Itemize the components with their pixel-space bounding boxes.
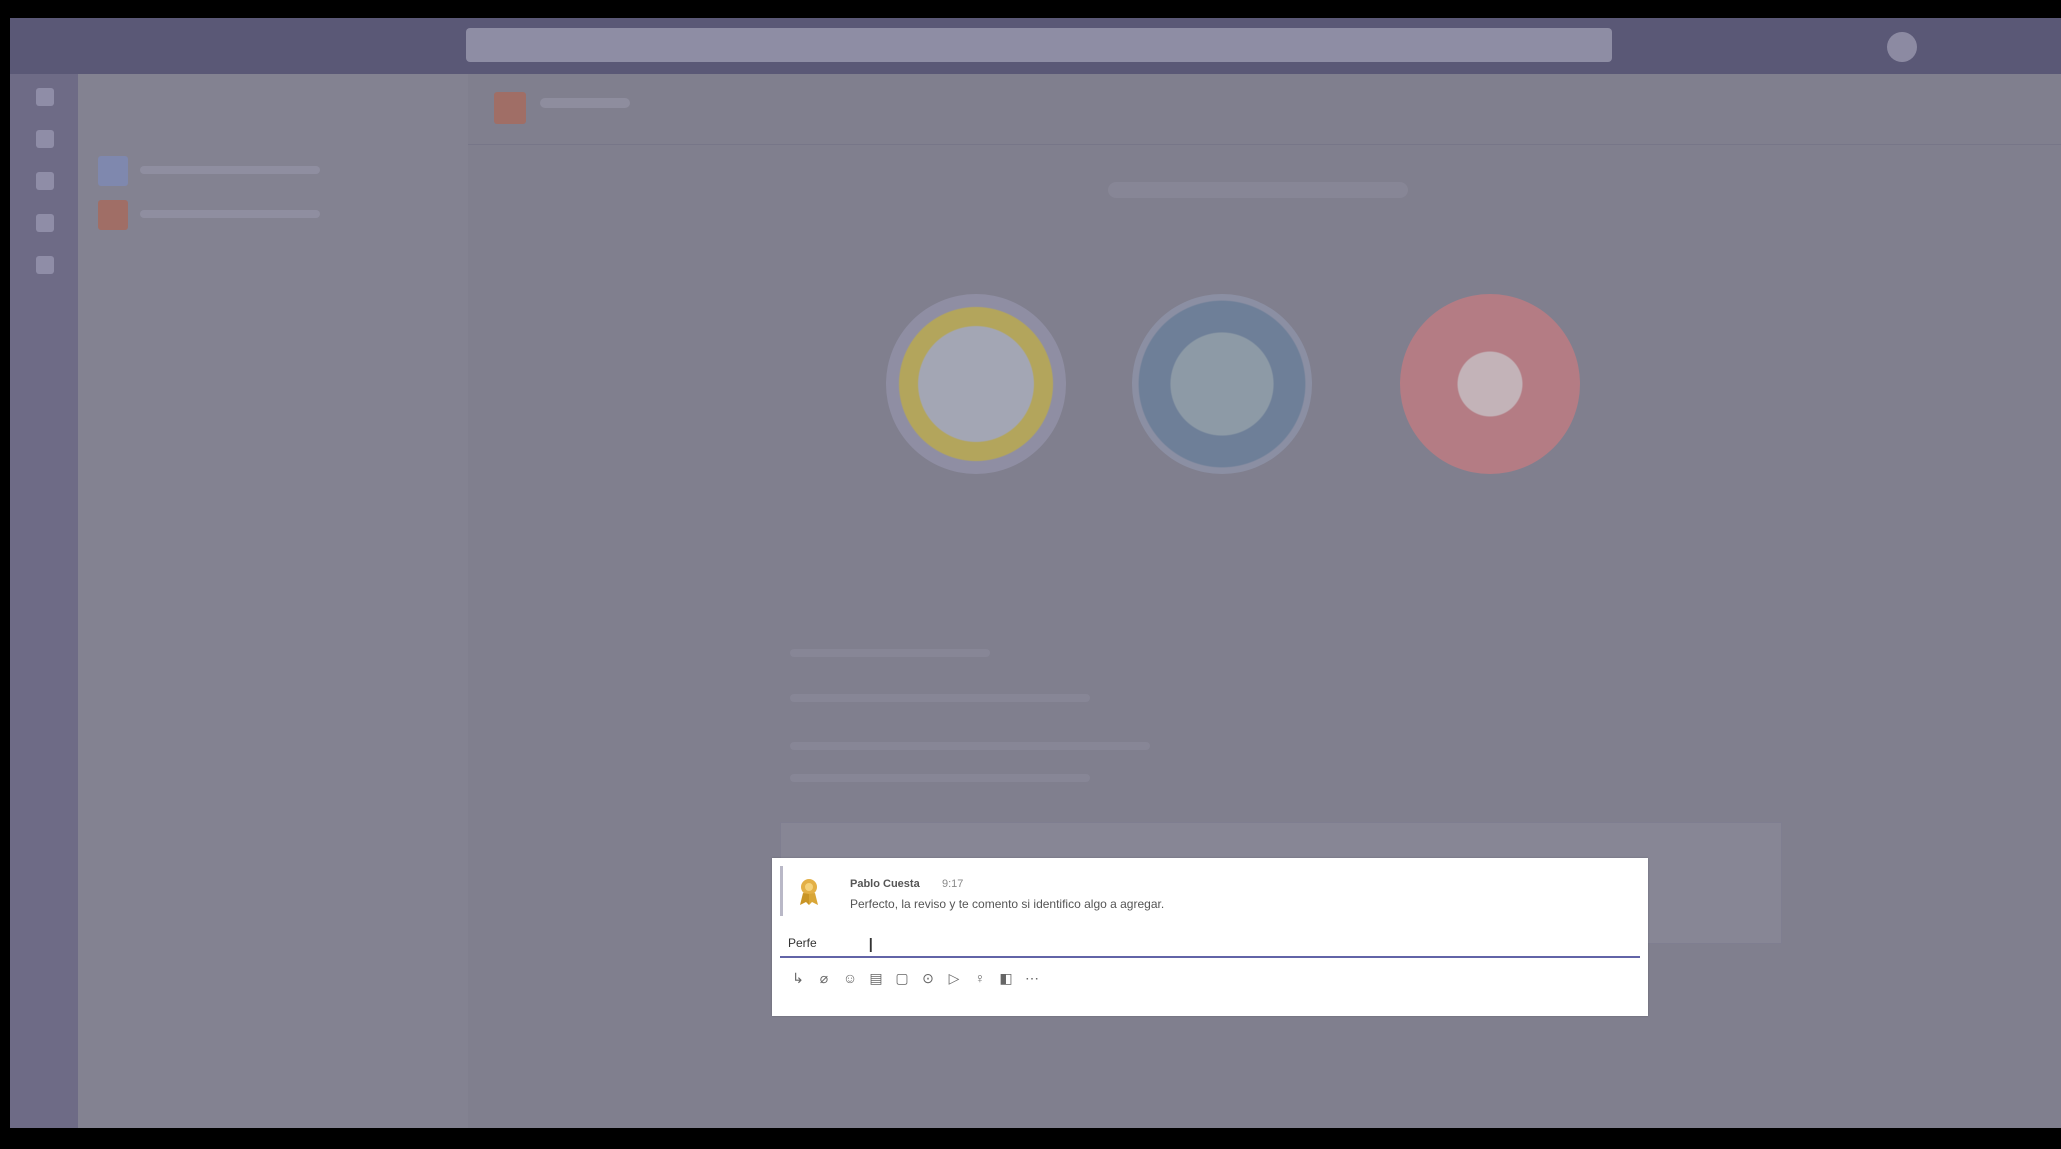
award-icon bbox=[800, 879, 818, 905]
activity-icon[interactable] bbox=[36, 88, 54, 106]
format-icon[interactable]: ↳ bbox=[788, 968, 808, 988]
message-author: Pablo Cuesta bbox=[850, 878, 920, 890]
sticker-icon[interactable]: ▢ bbox=[892, 968, 912, 988]
more-icon[interactable]: ⋯ bbox=[1022, 968, 1042, 988]
conversation-line bbox=[790, 742, 1150, 750]
chat-icon[interactable] bbox=[36, 130, 54, 148]
illustration-help bbox=[1400, 294, 1580, 474]
chat-avatar bbox=[98, 200, 128, 230]
meet-icon[interactable]: ⊙ bbox=[918, 968, 938, 988]
chat-list-pane bbox=[78, 74, 469, 1128]
reply-input-row: I bbox=[780, 930, 1640, 962]
chat-list-item[interactable] bbox=[98, 152, 448, 192]
reply-input[interactable] bbox=[780, 930, 1640, 958]
welcome-title bbox=[1108, 182, 1408, 198]
schedule-icon[interactable]: ▷ bbox=[944, 968, 964, 988]
illustration-apps bbox=[1132, 294, 1312, 474]
teams-icon[interactable] bbox=[36, 172, 54, 190]
gif-icon[interactable]: ▤ bbox=[866, 968, 886, 988]
conversation-line bbox=[790, 694, 1090, 702]
conversation-line bbox=[790, 774, 1090, 782]
stream-icon[interactable]: ◧ bbox=[996, 968, 1016, 988]
illustration-team bbox=[886, 294, 1066, 474]
text-cursor-icon: I bbox=[868, 935, 874, 957]
quoted-message: Pablo Cuesta 9:17 Perfecto, la reviso y … bbox=[780, 866, 1641, 916]
reply-compose-popup: Pablo Cuesta 9:17 Perfecto, la reviso y … bbox=[772, 858, 1648, 1016]
user-avatar[interactable] bbox=[1887, 32, 1917, 62]
calendar-icon[interactable] bbox=[36, 214, 54, 232]
chat-item-label bbox=[140, 166, 320, 174]
chat-item-label bbox=[140, 210, 320, 218]
message-time: 9:17 bbox=[942, 878, 964, 890]
conversation-line bbox=[790, 649, 990, 657]
search-bar[interactable] bbox=[466, 28, 1612, 62]
top-bar bbox=[10, 18, 2061, 74]
chat-header-name bbox=[540, 98, 630, 108]
chat-header bbox=[468, 74, 2061, 145]
chat-list-item[interactable] bbox=[98, 196, 448, 236]
app-rail bbox=[10, 74, 78, 1128]
message-text: Perfecto, la reviso y te comento si iden… bbox=[850, 897, 1165, 911]
praise-icon[interactable]: ♀ bbox=[970, 968, 990, 988]
chat-header-avatar bbox=[494, 92, 526, 124]
attach-icon[interactable]: ⌀ bbox=[814, 968, 834, 988]
files-icon[interactable] bbox=[36, 256, 54, 274]
emoji-icon[interactable]: ☺ bbox=[840, 968, 860, 988]
chat-avatar bbox=[98, 156, 128, 186]
